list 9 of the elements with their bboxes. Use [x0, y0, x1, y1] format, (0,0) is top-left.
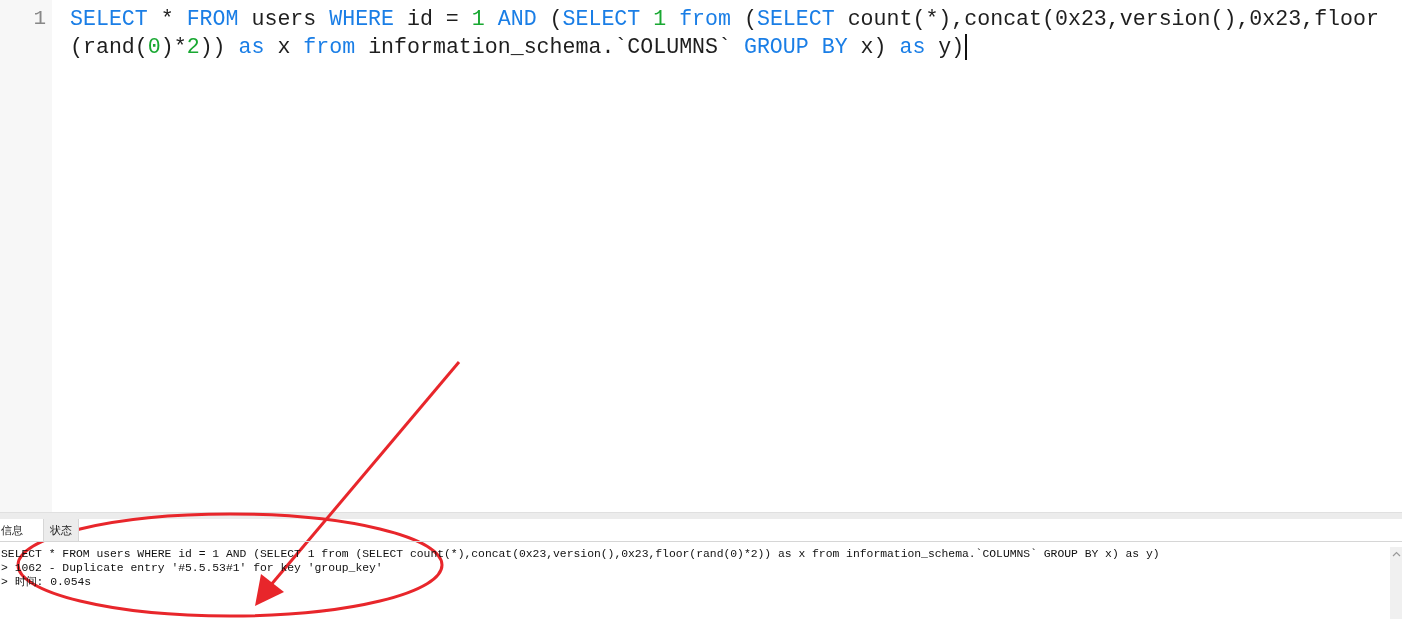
- line-number: 1: [33, 6, 47, 32]
- text-cursor: [965, 34, 967, 60]
- code-line: (rand(0)*2)) as x from information_schema.`COLUMNS` GROUP BY x) as y): [70, 33, 965, 61]
- tab[interactable]: 状态: [44, 519, 79, 541]
- tab[interactable]: 信息: [0, 519, 44, 541]
- scroll-up-icon[interactable]: [1391, 551, 1401, 557]
- scrollbar[interactable]: [1390, 547, 1402, 619]
- code-line: SELECT * FROM users WHERE id = 1 AND (SELECT 1 from (SELECT count(*),concat(0x23,version(),0x23,floor: [70, 5, 1379, 33]
- panel-splitter[interactable]: [0, 512, 1402, 519]
